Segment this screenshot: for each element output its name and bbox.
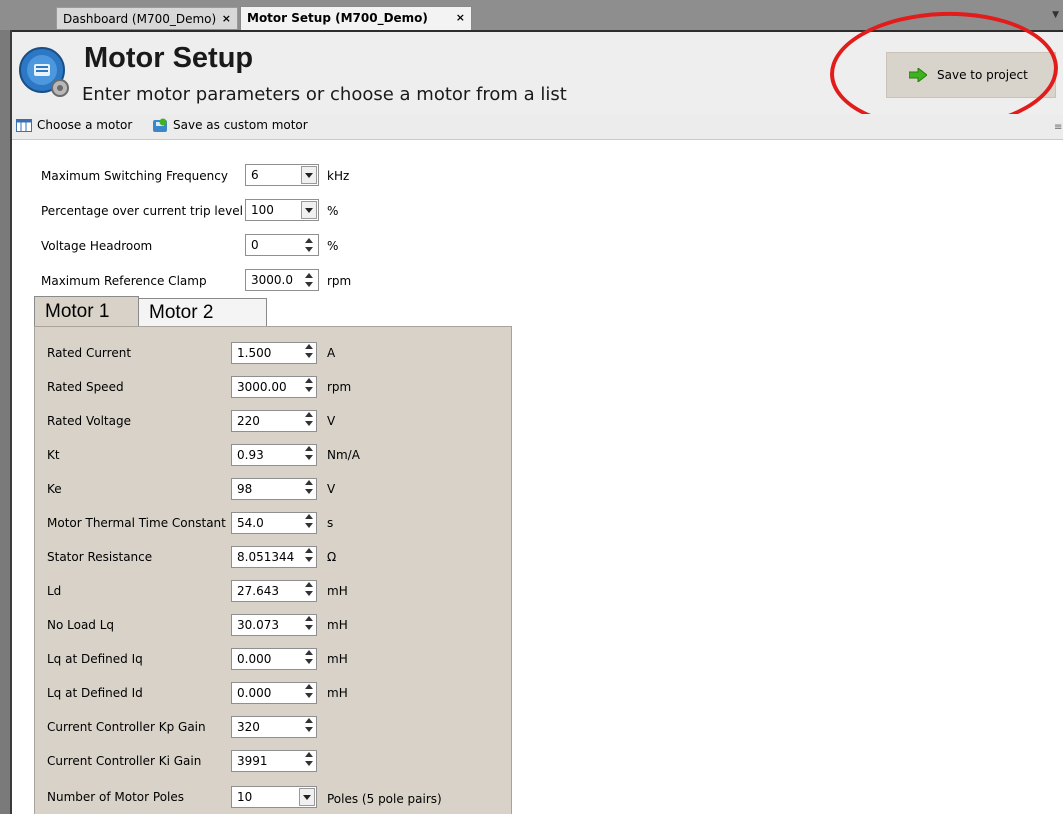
- spinner-icon[interactable]: [301, 442, 317, 464]
- spinner-icon[interactable]: [301, 374, 317, 396]
- general-label: Percentage over current trip level: [41, 204, 243, 218]
- spinner-icon[interactable]: [301, 646, 317, 668]
- field-value: 3991: [237, 754, 268, 768]
- unit-label: s: [327, 516, 334, 530]
- scroll-grip-icon[interactable]: ≡: [1054, 122, 1062, 133]
- save-custom-motor-button[interactable]: Save as custom motor: [152, 118, 308, 133]
- param-label: Lq at Defined Iq: [47, 652, 143, 666]
- chevron-down-icon[interactable]: [301, 201, 317, 219]
- field-value: 8.051344: [237, 550, 295, 564]
- unit-label: mH: [327, 652, 348, 666]
- motor-1-panel: [34, 326, 512, 814]
- unit-label: V: [327, 414, 336, 428]
- param-label: Ld: [47, 584, 62, 598]
- unit-label: Ω: [327, 550, 337, 564]
- tab-dashboard-label: Dashboard (M700_Demo): [63, 12, 217, 26]
- param-label: No Load Lq: [47, 618, 115, 632]
- unit-label: Nm/A: [327, 448, 360, 462]
- choose-motor-button[interactable]: Choose a motor: [16, 118, 132, 132]
- unit-label: rpm: [327, 380, 352, 394]
- param-label: Lq at Defined Id: [47, 686, 143, 700]
- unit-label: mH: [327, 686, 348, 700]
- spinner-icon[interactable]: [301, 748, 317, 770]
- page-title: Motor Setup: [84, 42, 254, 74]
- field-value: 0.000: [237, 652, 272, 666]
- spinner-icon[interactable]: [301, 340, 317, 362]
- field-value: 0.000: [237, 686, 272, 700]
- general-label: Maximum Switching Frequency: [41, 169, 228, 183]
- chevron-down-icon[interactable]: [299, 788, 315, 806]
- tab-motor-setup-label: Motor Setup (M700_Demo): [247, 11, 428, 25]
- unit-label: mH: [327, 618, 348, 632]
- general-label: Voltage Headroom: [41, 239, 153, 253]
- choose-motor-label: Choose a motor: [37, 118, 133, 132]
- unit-label: A: [327, 346, 336, 360]
- field-value: 10: [237, 790, 253, 804]
- save-custom-motor-label: Save as custom motor: [173, 118, 308, 132]
- chevron-down-icon[interactable]: [301, 166, 317, 184]
- field-value: 0: [251, 238, 259, 252]
- tab-dashboard[interactable]: Dashboard (M700_Demo) ×: [56, 7, 238, 29]
- unit-label: Poles (5 pole pairs): [327, 792, 442, 806]
- unit-label: kHz: [327, 169, 350, 183]
- spinner-icon[interactable]: [301, 269, 317, 291]
- unit-label: %: [327, 204, 339, 218]
- param-label: Rated Speed: [47, 380, 124, 394]
- toolbar: Choose a motor Save as custom motor: [12, 114, 1063, 140]
- unit-label: V: [327, 482, 336, 496]
- unit-label: mH: [327, 584, 348, 598]
- general-label: Maximum Reference Clamp: [41, 274, 207, 288]
- left-border-inner: [10, 30, 12, 814]
- param-label: Motor Thermal Time Constant: [47, 516, 226, 530]
- param-label: Current Controller Ki Gain: [47, 754, 202, 768]
- spinner-icon[interactable]: [301, 714, 317, 736]
- param-label: Kt: [47, 448, 60, 462]
- left-border: [0, 30, 10, 814]
- field-value: 30.073: [237, 618, 279, 632]
- field-value: 54.0: [237, 516, 264, 530]
- spinner-icon[interactable]: [301, 476, 317, 498]
- spinner-icon[interactable]: [301, 680, 317, 702]
- unit-label: %: [327, 239, 339, 253]
- field-value: 220: [237, 414, 260, 428]
- param-label: Rated Voltage: [47, 414, 131, 428]
- field-value: 27.643: [237, 584, 279, 598]
- page-subtitle: Enter motor parameters or choose a motor…: [82, 84, 567, 105]
- spinner-icon[interactable]: [301, 578, 317, 600]
- tab-motor-1[interactable]: Motor 1: [34, 296, 139, 327]
- spinner-icon[interactable]: [301, 408, 317, 430]
- spinner-icon[interactable]: [301, 612, 317, 634]
- tab-list-dropdown-icon[interactable]: ▼: [1052, 10, 1059, 20]
- field-value: 6: [251, 168, 259, 182]
- motor-setup-logo-icon: [19, 47, 69, 97]
- param-label: Ke: [47, 482, 62, 496]
- param-label: Current Controller Kp Gain: [47, 720, 206, 734]
- field-value: 100: [251, 203, 274, 217]
- field-value: 1.500: [237, 346, 272, 360]
- tab-motor-setup[interactable]: Motor Setup (M700_Demo) ×: [240, 6, 472, 30]
- unit-label: rpm: [327, 274, 352, 288]
- tab-dashboard-close-icon[interactable]: ×: [222, 8, 231, 30]
- param-label: Rated Current: [47, 346, 132, 360]
- spinner-icon[interactable]: [301, 510, 317, 532]
- save-motor-icon: [153, 118, 167, 132]
- field-value: 3000.00: [237, 380, 287, 394]
- field-value: 0.93: [237, 448, 264, 462]
- param-label: Number of Motor Poles: [47, 790, 185, 804]
- spinner-icon[interactable]: [301, 544, 317, 566]
- field-value: 98: [237, 482, 253, 496]
- tab-motor-2[interactable]: Motor 2: [139, 298, 267, 327]
- field-value: 3000.0: [251, 273, 293, 287]
- field-value: 320: [237, 720, 260, 734]
- spinner-icon[interactable]: [301, 234, 317, 256]
- motor-list-icon: [16, 119, 32, 132]
- tab-motor-setup-close-icon[interactable]: ×: [456, 7, 465, 29]
- param-label: Stator Resistance: [47, 550, 153, 564]
